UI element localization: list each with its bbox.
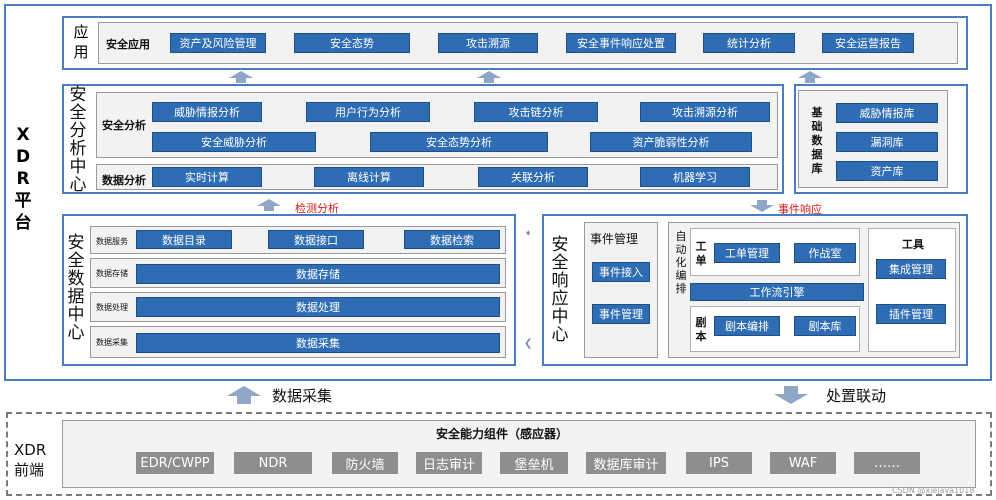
xdr-frontend-title: XDR 前端	[14, 441, 47, 479]
up-arrow-icon	[227, 386, 261, 404]
tools-button-plugin[interactable]: 插件管理	[876, 304, 946, 324]
data-processing-label: 数据处理	[96, 303, 128, 312]
data-analysis-label: 数据分析	[102, 174, 146, 187]
analysis-center-title: 安 全 分 析 中 心	[69, 85, 87, 195]
sensor-log-audit[interactable]: 日志审计	[416, 452, 482, 474]
ticket-button-management[interactable]: 工单管理	[714, 243, 780, 263]
event-button-intake[interactable]: 事件接入	[592, 262, 650, 282]
left-arrow-icon: ❮	[524, 338, 533, 349]
analysis-button-attack-tracing[interactable]: 攻击溯源分析	[640, 102, 770, 122]
processing-button[interactable]: 数据处理	[136, 297, 500, 317]
security-application-label: 安全应用	[106, 38, 150, 51]
sensor-more[interactable]: ……	[854, 452, 920, 474]
disposal-linkage-flow-label: 处置联动	[826, 387, 887, 405]
application-layer-title: 应 用	[73, 23, 89, 61]
base-database-title: 基 础 数 据 库	[811, 106, 823, 175]
down-arrow-icon	[774, 386, 808, 404]
data-storage-label: 数据存储	[96, 269, 128, 278]
db-button-asset[interactable]: 资产库	[836, 161, 938, 181]
up-arrow-icon	[229, 71, 253, 83]
event-management-title: 事件管理	[590, 232, 639, 246]
data-service-label: 数据服务	[96, 237, 128, 246]
db-button-vulnerability[interactable]: 漏洞库	[836, 132, 938, 152]
service-button-search[interactable]: 数据检索	[404, 230, 500, 249]
ticket-title: 工 单	[695, 240, 707, 267]
app-button-attack-tracing[interactable]: 攻击溯源	[438, 33, 538, 53]
sensor-bastion[interactable]: 堡垒机	[500, 452, 568, 474]
analysis-button-user-behavior[interactable]: 用户行为分析	[306, 102, 430, 122]
analysis-button-vulnerability-analysis[interactable]: 资产脆弱性分析	[590, 132, 752, 152]
sensor-db-audit[interactable]: 数据库审计	[586, 452, 666, 474]
app-button-security-posture[interactable]: 安全态势	[294, 33, 410, 53]
sensor-ndr[interactable]: NDR	[234, 452, 312, 474]
app-button-ops-report[interactable]: 安全运营报告	[822, 33, 914, 53]
tools-title: 工具	[902, 238, 924, 251]
analysis-button-posture-analysis[interactable]: 安全态势分析	[370, 132, 548, 152]
data-button-correlation[interactable]: 关联分析	[478, 167, 588, 187]
sensor-components-header: 安全能力组件（感应器）	[436, 427, 569, 441]
analysis-button-threat-analysis[interactable]: 安全威胁分析	[152, 132, 316, 152]
data-button-offline[interactable]: 离线计算	[314, 167, 424, 187]
service-button-interface[interactable]: 数据接口	[268, 230, 364, 249]
event-button-management[interactable]: 事件管理	[592, 304, 650, 324]
storage-button[interactable]: 数据存储	[136, 264, 500, 284]
playbook-button-orchestrate[interactable]: 剧本编排	[714, 316, 780, 336]
sensor-firewall[interactable]: 防火墙	[332, 452, 398, 474]
app-button-incident-response[interactable]: 安全事件响应处置	[566, 33, 676, 53]
playbook-button-library[interactable]: 剧本库	[794, 316, 856, 336]
response-center-title: 安 全 响 应 中 心	[551, 235, 569, 345]
analysis-button-attack-chain[interactable]: 攻击链分析	[474, 102, 598, 122]
app-button-asset-risk[interactable]: 资产及风险管理	[170, 33, 266, 53]
up-arrow-icon	[798, 71, 822, 83]
service-button-catalog[interactable]: 数据目录	[136, 230, 232, 249]
platform-title: X D R 平 台	[14, 125, 32, 233]
data-button-realtime[interactable]: 实时计算	[152, 167, 262, 187]
collection-button[interactable]: 数据采集	[136, 333, 500, 353]
workflow-engine-button[interactable]: 工作流引擎	[690, 283, 864, 301]
app-button-statistics[interactable]: 统计分析	[703, 33, 795, 53]
sensor-edr-cwpp[interactable]: EDR/CWPP	[136, 452, 214, 474]
sensor-ips[interactable]: IPS	[686, 452, 752, 474]
up-arrow-icon	[257, 199, 281, 211]
security-analysis-label: 安全分析	[102, 119, 146, 132]
right-arrow-icon: ➧	[524, 228, 533, 239]
ticket-button-war-room[interactable]: 作战室	[794, 243, 856, 263]
up-arrow-icon	[477, 71, 501, 83]
data-button-ml[interactable]: 机器学习	[640, 167, 750, 187]
tools-button-integration[interactable]: 集成管理	[876, 259, 946, 279]
watermark: CSDN @xiejava1018	[892, 486, 975, 495]
data-center-title: 安 全 数 据 中 心	[67, 233, 85, 343]
down-arrow-icon	[750, 200, 774, 212]
sensor-waf[interactable]: WAF	[770, 452, 836, 474]
analysis-button-threat-intel[interactable]: 威胁情报分析	[152, 102, 262, 122]
db-button-threat-intel[interactable]: 威胁情报库	[836, 103, 938, 123]
playbook-title: 剧 本	[695, 316, 707, 343]
data-collection-label: 数据采集	[96, 338, 128, 347]
orchestration-title: 自 动 化 编 排	[675, 230, 687, 295]
data-collection-flow-label: 数据采集	[272, 387, 333, 405]
